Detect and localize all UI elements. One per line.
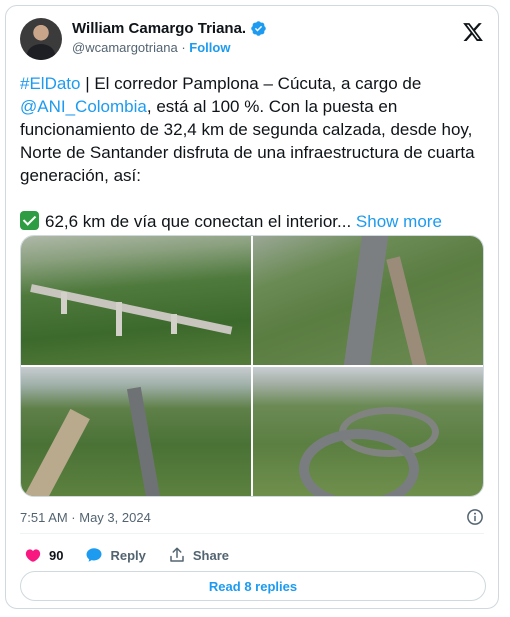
- tweet-header: William Camargo Triana. @wcamargotriana …: [20, 18, 484, 62]
- reply-button[interactable]: Reply: [85, 546, 146, 564]
- media-grid: [20, 235, 484, 497]
- photo-road-interchange[interactable]: [253, 367, 483, 496]
- tweet-paragraph-2: 62,6 km de vía que conectan el interior.…: [20, 210, 490, 233]
- author-display-name[interactable]: William Camargo Triana.: [72, 20, 246, 37]
- share-button[interactable]: Share: [168, 546, 229, 564]
- reply-label: Reply: [110, 547, 146, 563]
- heart-icon: [25, 549, 41, 562]
- follow-button[interactable]: Follow: [189, 40, 230, 55]
- speech-bubble-icon: [86, 548, 102, 562]
- verified-badge-icon: [251, 21, 266, 36]
- share-icon: [170, 547, 184, 562]
- photo-bridge-viaduct[interactable]: [21, 236, 251, 365]
- tweet-text-part-1: | El corredor Pamplona – Cúcuta, a cargo…: [80, 74, 422, 93]
- tweet-card: William Camargo Triana. @wcamargotriana …: [5, 5, 499, 609]
- tweet-timestamp[interactable]: 7:51 AM · May 3, 2024: [20, 510, 151, 525]
- photo-highway-toll-plaza[interactable]: [253, 236, 483, 365]
- avatar[interactable]: [20, 18, 62, 60]
- show-more-link[interactable]: Show more: [356, 212, 442, 231]
- divider: [20, 533, 484, 534]
- author-info: William Camargo Triana. @wcamargotriana …: [72, 20, 267, 55]
- handle-separator: ·: [181, 40, 186, 55]
- share-label: Share: [192, 547, 230, 563]
- tweet-paragraph-1: #ElDato | El corredor Pamplona – Cúcuta,…: [20, 72, 490, 187]
- check-mark-emoji-icon: [20, 211, 39, 230]
- tweet-line-2: 62,6 km de vía que conectan el interior.…: [45, 212, 352, 231]
- author-handle[interactable]: @wcamargotriana: [72, 40, 178, 55]
- like-count: 90: [49, 547, 64, 563]
- hashtag-link[interactable]: #ElDato: [20, 74, 80, 93]
- photo-highway-valley[interactable]: [21, 367, 251, 496]
- info-icon[interactable]: [466, 508, 484, 526]
- mention-link[interactable]: @ANI_Colombia: [20, 97, 147, 116]
- read-replies-button[interactable]: Read 8 replies: [20, 571, 486, 601]
- x-logo-icon[interactable]: [462, 21, 484, 43]
- tweet-text: #ElDato | El corredor Pamplona – Cúcuta,…: [20, 72, 490, 233]
- like-button[interactable]: 90: [24, 546, 63, 564]
- tweet-actions: 90 Reply Share: [24, 544, 251, 566]
